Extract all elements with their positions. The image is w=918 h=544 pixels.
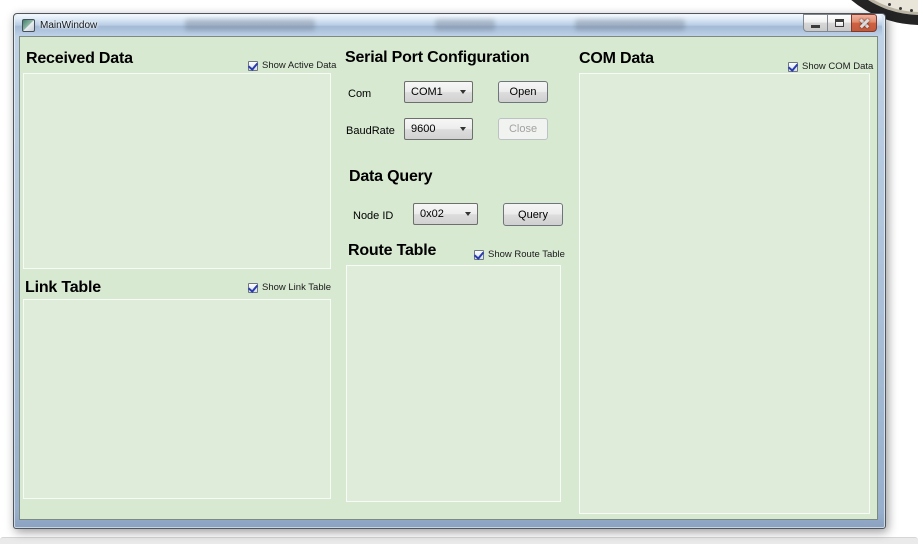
- minimize-icon: [811, 25, 820, 28]
- maximize-button[interactable]: [827, 14, 852, 32]
- checkbox-label: Show Route Table: [488, 249, 565, 261]
- baudrate-label: BaudRate: [346, 125, 395, 137]
- check-icon: [787, 60, 799, 72]
- checkbox-label: Show Active Data: [262, 60, 337, 72]
- received-data-title: Received Data: [26, 50, 133, 67]
- minimize-button[interactable]: [803, 14, 828, 32]
- check-icon: [247, 59, 259, 71]
- maximize-icon: [835, 19, 844, 27]
- checkbox-label: Show COM Data: [802, 61, 874, 73]
- link-table-list[interactable]: [23, 299, 331, 499]
- baudrate-select[interactable]: 9600: [404, 118, 473, 140]
- node-id-label: Node ID: [353, 210, 394, 222]
- link-table-title: Link Table: [25, 279, 101, 296]
- show-link-table-checkbox[interactable]: Show Link Table: [247, 281, 332, 294]
- app-icon: [22, 19, 35, 32]
- chevron-down-icon: [460, 90, 466, 94]
- show-active-data-checkbox[interactable]: Show Active Data: [247, 59, 337, 72]
- com-label: Com: [348, 88, 372, 100]
- glass-reflection: [575, 19, 685, 31]
- data-query-title: Data Query: [349, 168, 433, 185]
- titlebar[interactable]: MainWindow: [15, 15, 882, 36]
- check-icon: [247, 281, 259, 293]
- glass-reflection: [435, 19, 495, 31]
- serial-port-title: Serial Port Configuration: [345, 49, 530, 66]
- clock-tick: [910, 9, 913, 12]
- close-button[interactable]: [851, 14, 877, 32]
- com-port-select[interactable]: COM1: [404, 81, 473, 103]
- checkbox-label: Show Link Table: [262, 282, 332, 294]
- node-id-select[interactable]: 0x02: [413, 203, 478, 225]
- background-window-edge: [0, 537, 918, 544]
- clock-tick: [899, 7, 902, 10]
- show-route-table-checkbox[interactable]: Show Route Table: [473, 248, 565, 261]
- com-port-value: COM1: [411, 85, 443, 98]
- route-table-list[interactable]: [346, 265, 561, 502]
- desktop: MainWindow Received Data Show Active Dat…: [0, 0, 918, 544]
- checkbox-box: [247, 59, 259, 71]
- glass-reflection: [185, 19, 315, 31]
- received-data-list[interactable]: [23, 73, 331, 269]
- caption-buttons: [803, 14, 877, 32]
- com-data-title: COM Data: [579, 50, 654, 67]
- chevron-down-icon: [465, 212, 471, 216]
- app-window: MainWindow Received Data Show Active Dat…: [13, 13, 886, 529]
- check-icon: [473, 248, 485, 260]
- close-serial-button[interactable]: Close: [498, 118, 548, 140]
- baudrate-value: 9600: [411, 122, 436, 135]
- checkbox-box: [787, 60, 799, 72]
- window-content: Received Data Show Active Data Link Tabl…: [19, 36, 878, 520]
- checkbox-box: [473, 248, 485, 260]
- close-icon: [859, 18, 870, 29]
- window-title: MainWindow: [40, 20, 98, 31]
- node-id-value: 0x02: [420, 207, 444, 220]
- clock-tick: [888, 3, 891, 6]
- show-com-data-checkbox[interactable]: Show COM Data: [787, 60, 874, 73]
- query-button[interactable]: Query: [503, 203, 563, 226]
- checkbox-box: [247, 281, 259, 293]
- chevron-down-icon: [460, 127, 466, 131]
- open-button[interactable]: Open: [498, 81, 548, 103]
- com-data-list[interactable]: [579, 73, 870, 514]
- route-table-title: Route Table: [348, 242, 437, 259]
